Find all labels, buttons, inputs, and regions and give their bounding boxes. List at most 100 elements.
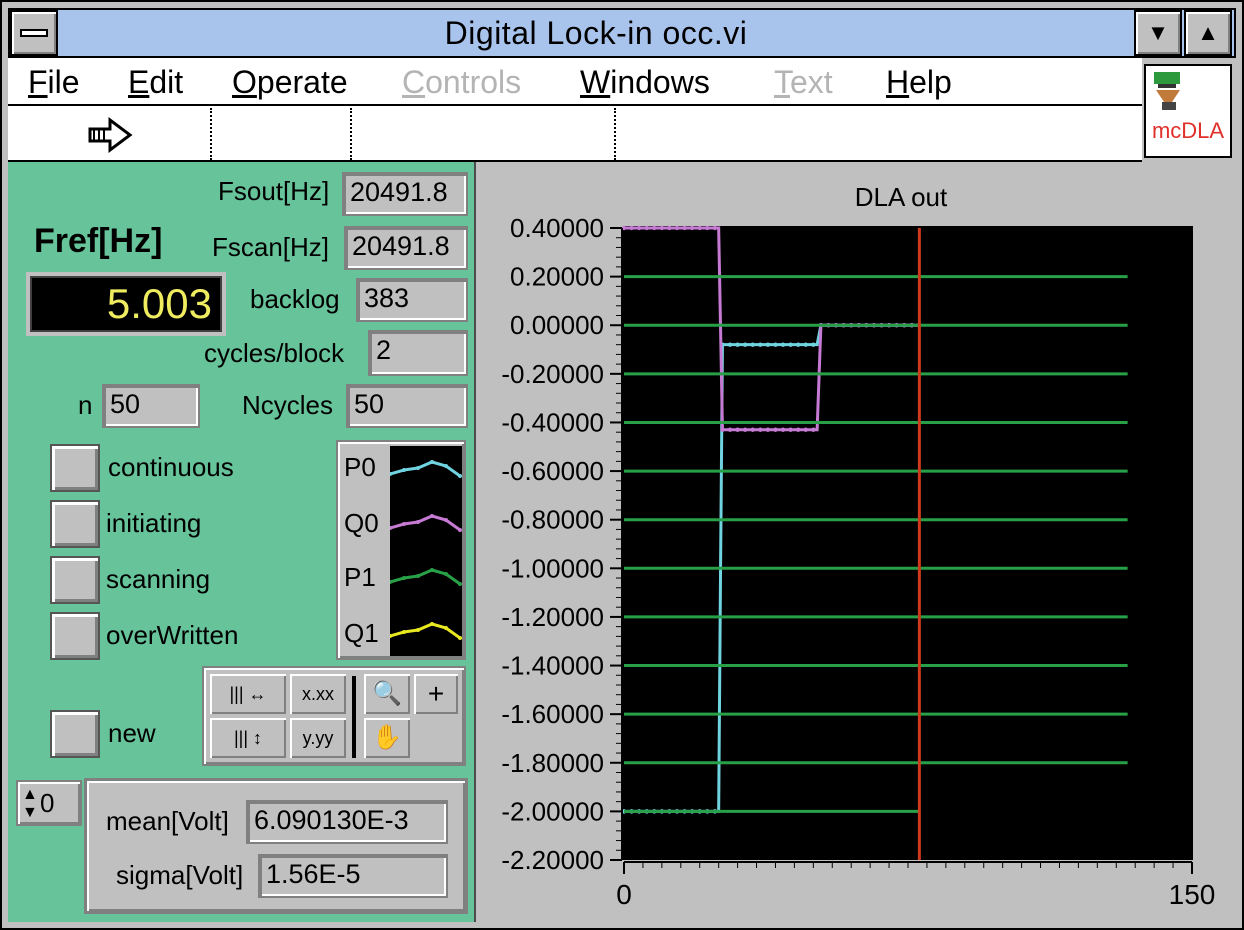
menu-controls[interactable]: Controls: [402, 64, 521, 100]
legend-swatch-point: [402, 522, 406, 526]
series-point: [659, 225, 665, 231]
sigma-indicator: 1.56E-5: [258, 854, 448, 898]
series-point: [742, 342, 748, 347]
menu-edit[interactable]: Edit: [128, 64, 183, 100]
minimize-button[interactable]: ▼: [1134, 10, 1182, 56]
series-point: [811, 427, 816, 432]
y-tick-label: -1.60000: [501, 699, 604, 729]
legend-swatch-point: [416, 520, 420, 524]
fsout-label: Fsout[Hz]: [218, 176, 330, 206]
index-spinner-icon: ▲ ▼: [22, 786, 38, 821]
backlog-indicator: 383: [356, 278, 468, 322]
y-tick-label: -0.20000: [501, 359, 604, 389]
series-point: [712, 225, 718, 231]
palette-divider: [352, 676, 356, 758]
legend-swatch-point: [458, 582, 462, 586]
vi-icon-label: mcDLA: [1151, 118, 1225, 143]
plot-area: [623, 226, 1193, 860]
n-control[interactable]: 50: [102, 384, 200, 428]
zoom-tool-button[interactable]: 🔍: [364, 674, 410, 714]
y-format-button[interactable]: y.yy: [290, 718, 346, 758]
series-point: [705, 225, 710, 231]
legend-swatch-point: [444, 518, 448, 522]
y-tick-label: -1.40000: [501, 651, 604, 681]
series-point: [636, 225, 642, 231]
x-tick-label: 0: [616, 879, 632, 910]
array-index-control[interactable]: ▲ ▼ 0: [16, 780, 82, 826]
window-title: Digital Lock-in occ.vi: [444, 15, 748, 51]
up-arrow-icon: ▲: [1197, 20, 1219, 45]
legend-swatch-point: [458, 636, 462, 640]
chart-title: DLA out: [855, 182, 948, 212]
series-point: [803, 342, 808, 347]
cycles-per-block-label: cycles/block: [204, 338, 345, 368]
ncycles-control[interactable]: 50: [346, 384, 468, 428]
series-point: [773, 427, 778, 432]
menu-text[interactable]: Text: [774, 64, 833, 100]
series-point: [682, 225, 687, 231]
menu-operate[interactable]: Operate: [232, 64, 348, 100]
down-arrow-icon: ▼: [1147, 20, 1169, 45]
maximize-button[interactable]: ▲: [1184, 10, 1232, 56]
pan-tool-button[interactable]: ✋: [364, 718, 410, 758]
cycles-per-block-control[interactable]: 2: [368, 330, 468, 376]
new-button[interactable]: [50, 710, 100, 758]
legend-name-q1: Q1: [344, 618, 379, 648]
legend-swatch-point: [444, 572, 448, 576]
legend-swatches[interactable]: [390, 446, 462, 656]
mean-indicator: 6.090130E-3: [246, 800, 448, 844]
series-point: [742, 427, 748, 432]
initiating-led[interactable]: [50, 500, 100, 548]
series-point: [644, 225, 649, 231]
legend-swatch-point: [444, 626, 448, 630]
graph-palette: ||| ↔ x.xx ||| ↕ y.yy 🔍 + ✋: [202, 666, 466, 766]
y-tick-label: -1.20000: [501, 602, 604, 632]
overwritten-led[interactable]: [50, 612, 100, 660]
toolbar-separator: [614, 108, 616, 160]
series-point: [765, 427, 771, 432]
menu-help[interactable]: Help: [886, 64, 952, 100]
series-point: [697, 225, 702, 231]
y-tick-label: -2.00000: [501, 796, 604, 826]
y-tick-label: -0.40000: [501, 407, 604, 437]
series-point: [780, 342, 786, 347]
x-scale-icon: ||| ↔: [229, 684, 267, 704]
series-point: [795, 342, 801, 347]
mean-label: mean[Volt]: [106, 806, 229, 836]
menu-windows[interactable]: Windows: [580, 64, 710, 100]
overwritten-label: overWritten: [106, 620, 239, 650]
toolbar: [8, 106, 1142, 162]
x-format-button[interactable]: x.xx: [290, 674, 346, 714]
vi-icon-graphic: [1154, 72, 1180, 110]
legend-swatch-point: [402, 630, 406, 634]
menu-bar: File Edit Operate Controls Windows Text …: [8, 58, 1142, 106]
menu-file[interactable]: File: [28, 64, 80, 100]
hand-icon: ✋: [372, 724, 402, 751]
cursor-tool-button[interactable]: +: [414, 674, 458, 714]
y-autoscale-button[interactable]: ||| ↕: [210, 718, 286, 758]
series-point: [750, 342, 755, 347]
fscan-label: Fscan[Hz]: [212, 232, 330, 262]
run-arrow-icon[interactable]: [88, 117, 134, 153]
legend-swatch-point: [402, 576, 406, 580]
system-menu-icon: [20, 29, 48, 37]
series-point: [727, 427, 733, 432]
fsout-indicator: 20491.8: [342, 172, 468, 216]
fref-label: Fref[Hz]: [34, 222, 163, 260]
series-point: [720, 427, 725, 432]
legend-name-q0: Q0: [344, 508, 379, 538]
series-point: [758, 427, 763, 432]
y-tick-label: -2.20000: [501, 845, 604, 875]
dla-out-chart[interactable]: DLA out 0.40000 0.20000 0.00000 -0.20000 -0.…: [476, 166, 1236, 922]
scanning-label: scanning: [106, 564, 211, 594]
scanning-led[interactable]: [50, 556, 100, 604]
x-autoscale-button[interactable]: ||| ↔: [210, 674, 286, 714]
n-label: n: [78, 390, 93, 420]
continuous-led[interactable]: [50, 444, 100, 492]
fref-indicator: 5.003: [26, 272, 226, 336]
crosshair-icon: +: [427, 678, 445, 709]
legend-name-p1: P1: [344, 562, 376, 592]
series-point: [803, 427, 808, 432]
legend-swatch-point: [416, 628, 420, 632]
system-menu-button[interactable]: [10, 10, 58, 56]
